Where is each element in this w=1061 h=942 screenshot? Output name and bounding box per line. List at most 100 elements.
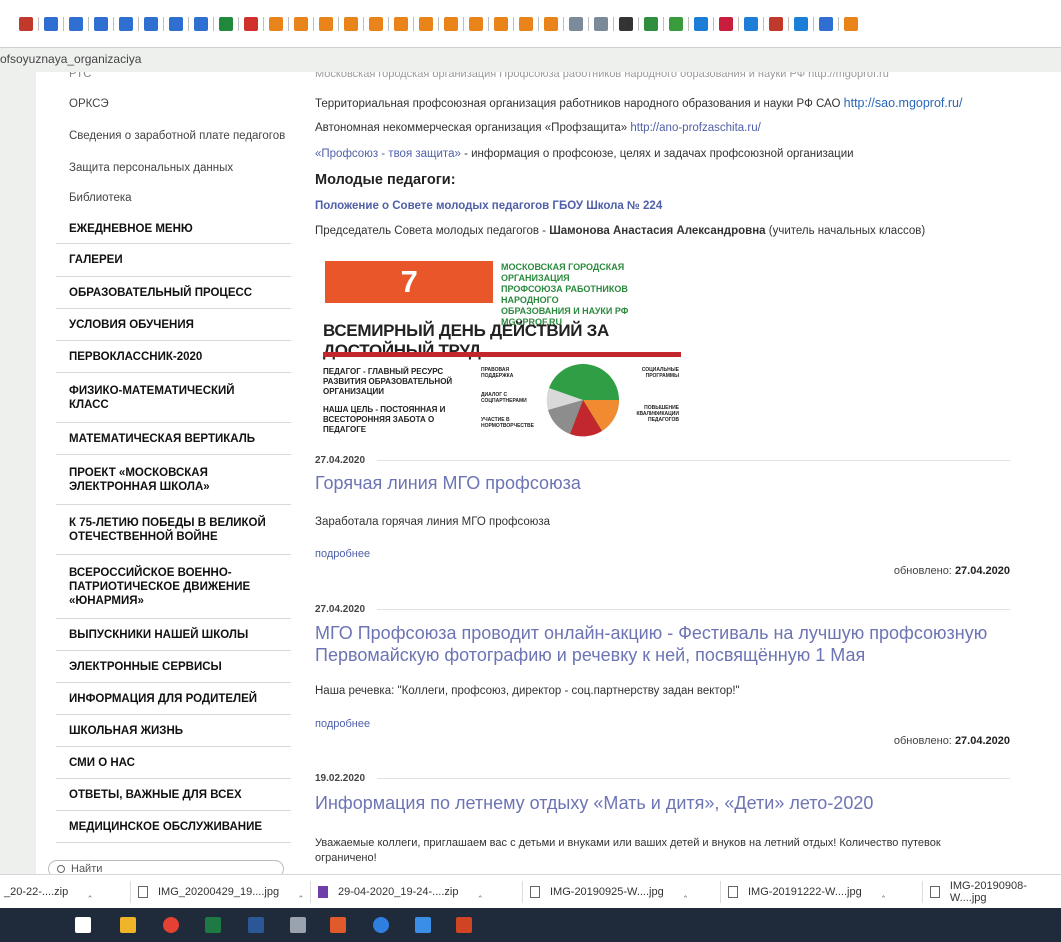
download-item[interactable]: IMG-20191222-W....jpg ‸	[728, 875, 885, 909]
bookmark-orange-icon[interactable]	[294, 16, 308, 31]
bookmark-heart-icon[interactable]	[719, 16, 733, 31]
download-item[interactable]: IMG-20190925-W....jpg ‸	[530, 875, 687, 909]
bookmark-mail-icon[interactable]	[119, 16, 133, 31]
excel-icon[interactable]	[205, 917, 221, 933]
bookmark-home-icon[interactable]	[644, 16, 658, 31]
bookmark-orange-icon[interactable]	[419, 16, 433, 31]
bookmark-d-icon[interactable]	[244, 16, 258, 31]
bookmark-circle-icon[interactable]	[619, 16, 633, 31]
chrome-icon[interactable]	[163, 917, 179, 933]
sidebar-menu-item[interactable]: ОТВЕТЫ, ВАЖНЫЕ ДЛЯ ВСЕХ	[56, 779, 291, 811]
downloads-bar: _20-22-....zip ‸ IMG_20200429_19....jpg ‸ 29…	[0, 874, 1061, 908]
sidebar-subitem[interactable]: ОРКСЭ	[69, 98, 109, 110]
bookmark-orange-icon[interactable]	[544, 16, 558, 31]
bookmark-orange-icon[interactable]	[319, 16, 333, 31]
bookmark-orange-icon[interactable]	[444, 16, 458, 31]
bookmark-orange-icon[interactable]	[269, 16, 283, 31]
news-more-link[interactable]: подробнее	[315, 718, 370, 730]
chevron-up-icon[interactable]: ‸	[88, 887, 91, 898]
sidebar-menu-item[interactable]: УСЛОВИЯ ОБУЧЕНИЯ	[56, 309, 291, 341]
sidebar-partial-item[interactable]: РТС	[69, 72, 91, 80]
app-icon[interactable]	[330, 917, 346, 933]
young-link[interactable]: Положение о Совете молодых педагогов ГБО…	[315, 200, 662, 212]
bookmark-orange-icon[interactable]	[469, 16, 483, 31]
calculator-icon[interactable]	[290, 917, 306, 933]
download-item[interactable]: IMG-20190908-W....jpg	[930, 875, 1061, 909]
anko-link[interactable]: http://ano-profzaschita.ru/	[630, 122, 760, 134]
image-file-icon	[728, 886, 738, 898]
task-view-icon[interactable]	[75, 917, 91, 933]
bookmark-separator	[663, 16, 664, 31]
sidebar-menu-item-label: К 75-ЛЕТИЮ ПОБЕДЫ В ВЕЛИКОЙ	[69, 516, 266, 529]
sidebar-menu-item[interactable]: СМИ О НАС	[56, 747, 291, 779]
search-input[interactable]: Найти	[48, 860, 284, 874]
sidebar-menu-item[interactable]: ИНФОРМАЦИЯ ДЛЯ РОДИТЕЛЕЙ	[56, 683, 291, 715]
bookmark-blue-icon[interactable]	[744, 16, 758, 31]
bookmark-orange-icon[interactable]	[394, 16, 408, 31]
bookmark-orange-icon[interactable]	[369, 16, 383, 31]
sidebar-menu-item[interactable]: ПРОЕКТ «МОСКОВСКАЯ ЭЛЕКТРОННАЯ ШКОЛА»	[56, 455, 291, 505]
chat-icon[interactable]	[415, 917, 431, 933]
sidebar-menu-item[interactable]: ВСЕРОССИЙСКОЕ ВОЕННО- ПАТРИОТИЧЕСКОЕ ДВИЖ…	[56, 555, 291, 619]
sidebar-menu-item[interactable]: МЕДИЦИНСКОЕ ОБСЛУЖИВАНИЕ	[56, 811, 291, 843]
anko-line: Автономная некоммерческая организация «П…	[315, 122, 761, 134]
bookmark-plus-icon[interactable]	[219, 16, 233, 31]
sidebar-menu-item-label: МЕДИЦИНСКОЕ ОБСЛУЖИВАНИЕ	[69, 820, 263, 833]
sidebar-menu-item[interactable]: ЕЖЕДНЕВНОЕ МЕНЮ	[56, 214, 291, 244]
bookmark-blue-icon[interactable]	[694, 16, 708, 31]
chevron-up-icon[interactable]: ‸	[684, 887, 687, 898]
powerpoint-icon[interactable]	[456, 917, 472, 933]
sidebar-subitem[interactable]: Защита персональных данных	[69, 162, 233, 174]
news-title[interactable]: МГО Профсоюза проводит онлайн-акцию - Фе…	[315, 622, 1035, 666]
download-item[interactable]: 29-04-2020_19-24-....zip ‸	[318, 875, 482, 909]
sidebar-menu-item-label: МАТЕМАТИЧЕСКАЯ ВЕРТИКАЛЬ	[69, 432, 256, 445]
edge-icon[interactable]	[373, 917, 389, 933]
chevron-up-icon[interactable]: ‸	[299, 887, 302, 898]
sidebar-menu-item[interactable]: МАТЕМАТИЧЕСКАЯ ВЕРТИКАЛЬ	[56, 423, 291, 455]
file-explorer-icon[interactable]	[120, 917, 136, 933]
sidebar-menu-item-label: ОТВЕТЫ, ВАЖНЫЕ ДЛЯ ВСЕХ	[69, 788, 242, 801]
download-filename: IMG-20190925-W....jpg	[550, 886, 664, 898]
bookmark-mail-icon[interactable]	[94, 16, 108, 31]
news-title[interactable]: Горячая линия МГО профсоюза	[315, 472, 1035, 494]
news-summary: Заработала горячая линия МГО профсоюза	[315, 516, 551, 528]
chevron-up-icon[interactable]: ‸	[882, 887, 885, 898]
sidebar-menu-item[interactable]: ЭЛЕКТРОННЫЕ СЕРВИСЫ	[56, 651, 291, 683]
sidebar-menu-item[interactable]: ОБРАЗОВАТЕЛЬНЫЙ ПРОЦЕСС	[56, 277, 291, 309]
territorial-link[interactable]: http://sao.mgoprof.ru/	[844, 96, 963, 110]
sidebar-menu-item[interactable]: ВЫПУСКНИКИ НАШЕЙ ШКОЛЫ	[56, 619, 291, 651]
sidebar-menu-item[interactable]: ШКОЛЬНАЯ ЖИЗНЬ	[56, 715, 291, 747]
bookmark-red-icon[interactable]	[19, 16, 33, 31]
bookmark-doc-icon[interactable]	[569, 16, 583, 31]
sidebar-menu-item[interactable]: К 75-ЛЕТИЮ ПОБЕДЫ В ВЕЛИКОЙ ОТЕЧЕСТВЕННОЙ…	[56, 505, 291, 555]
bookmark-mail-icon[interactable]	[144, 16, 158, 31]
sidebar-menu-item[interactable]: ФИЗИКО-МАТЕМАТИЧЕСКИЙ КЛАСС	[56, 373, 291, 423]
bookmark-orange-icon[interactable]	[344, 16, 358, 31]
sidebar-subitem[interactable]: Сведения о заработной плате педагогов	[69, 130, 285, 142]
bookmark-gem-icon[interactable]	[669, 16, 683, 31]
bookmark-mail-icon[interactable]	[169, 16, 183, 31]
bookmark-blue-icon[interactable]	[794, 16, 808, 31]
prof-link[interactable]: «Профсоюз - твоя защита»	[315, 148, 461, 160]
sidebar-subitem[interactable]: Библиотека	[69, 192, 132, 204]
word-icon[interactable]	[248, 917, 264, 933]
october-banner[interactable]: 7 ОКТЯБРЯ МОСКОВСКАЯ ГОРОДСКАЯ ОРГАНИЗАЦ…	[323, 255, 681, 437]
news-more-link[interactable]: подробнее	[315, 548, 370, 560]
bookmark-mail-icon[interactable]	[69, 16, 83, 31]
chevron-up-icon[interactable]: ‸	[478, 887, 481, 898]
bookmark-mail-icon[interactable]	[44, 16, 58, 31]
bookmark-mail-icon[interactable]	[194, 16, 208, 31]
bookmark-doc-icon[interactable]	[594, 16, 608, 31]
bookmark-rg-icon[interactable]	[769, 16, 783, 31]
news-title[interactable]: Информация по летнему отдыху «Мать и дит…	[315, 792, 1035, 814]
sidebar-menu-item[interactable]: ПЕРВОКЛАССНИК-2020	[56, 341, 291, 373]
download-item[interactable]: _20-22-....zip ‸	[4, 875, 92, 909]
bookmark-orange-icon[interactable]	[519, 16, 533, 31]
bookmark-orange-icon[interactable]	[494, 16, 508, 31]
sidebar-menu-item[interactable]: ГАЛЕРЕИ	[56, 244, 291, 277]
bookmark-ef-icon[interactable]	[819, 16, 833, 31]
download-filename: 29-04-2020_19-24-....zip	[338, 886, 459, 898]
bookmark-separator	[38, 16, 39, 31]
bookmark-orange-icon[interactable]	[844, 16, 858, 31]
download-item[interactable]: IMG_20200429_19....jpg ‸	[138, 875, 302, 909]
